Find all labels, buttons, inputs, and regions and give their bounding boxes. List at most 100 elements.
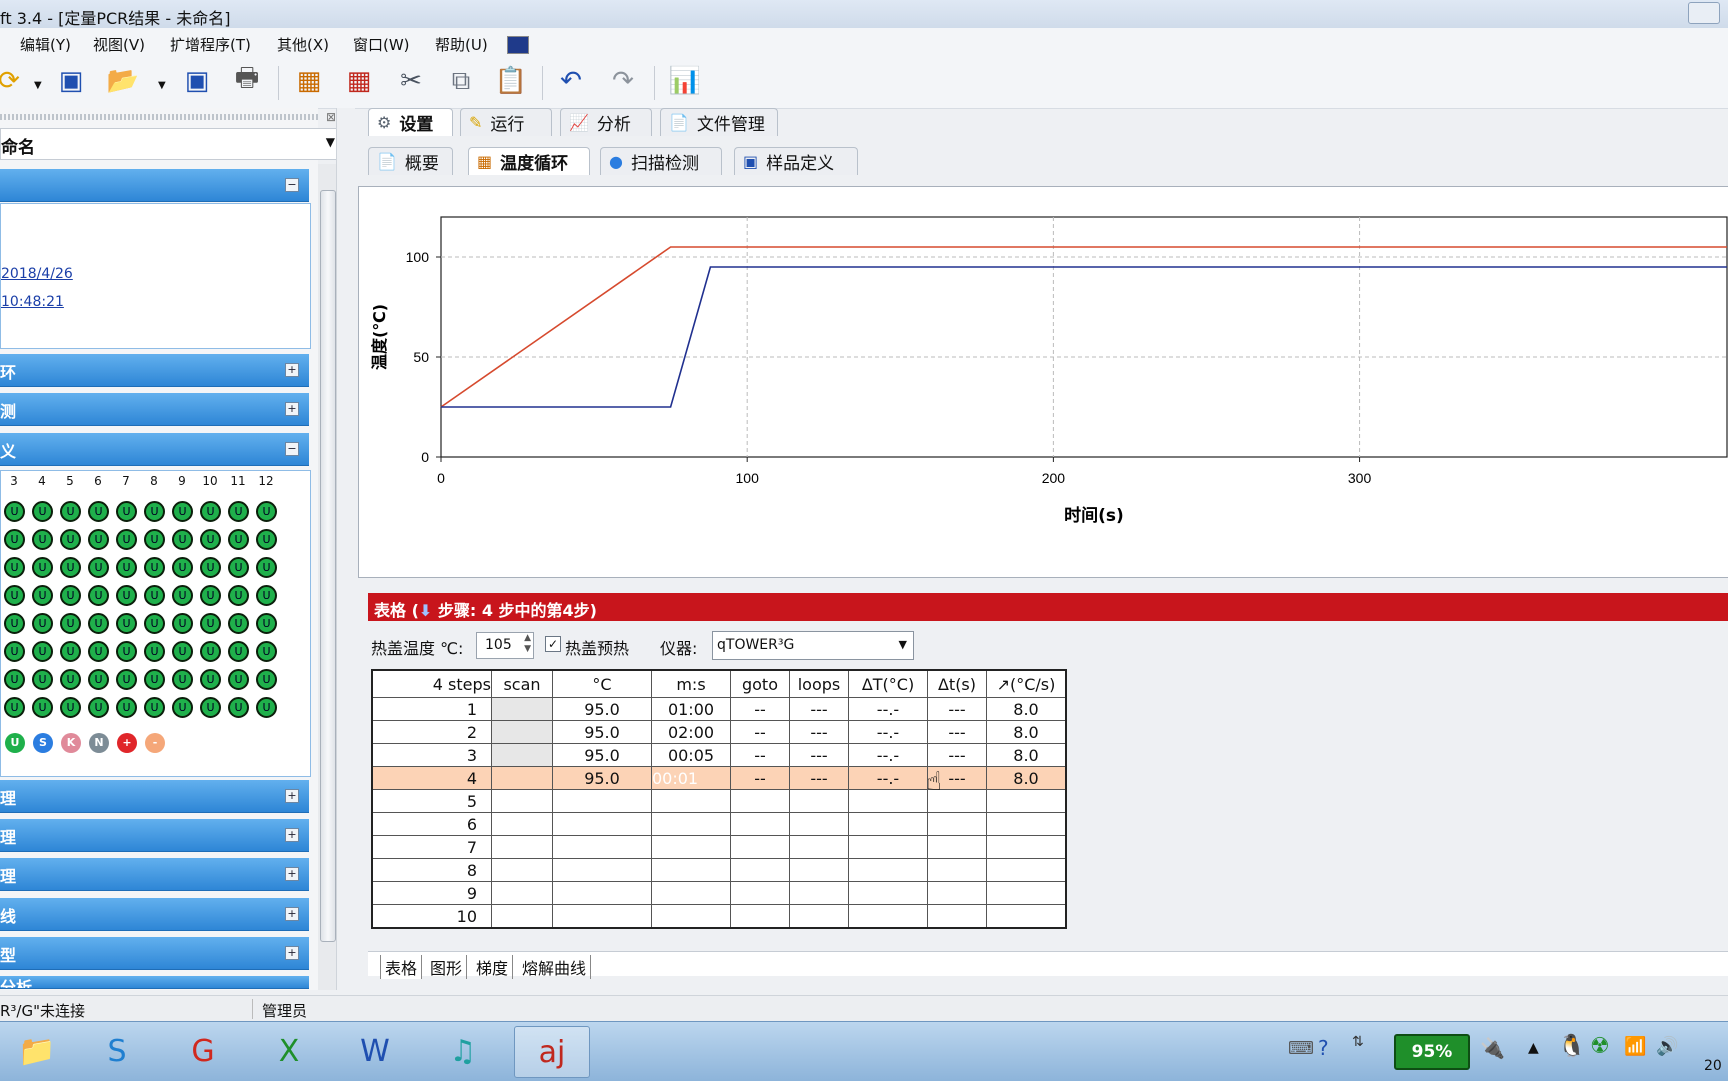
table-cell[interactable]	[491, 904, 553, 929]
table-cell[interactable]	[986, 858, 1067, 882]
collapse-icon[interactable]: −	[285, 178, 299, 192]
plate-well[interactable]: U	[200, 585, 221, 606]
table-cell[interactable]	[651, 835, 731, 859]
table-cell[interactable]: 95.0	[552, 697, 652, 721]
plate-well[interactable]: U	[4, 557, 25, 578]
keyboard-icon[interactable]: ⌨	[1288, 1038, 1314, 1059]
table-cell[interactable]: 02:00	[651, 720, 731, 744]
section-header-5[interactable]: 型 +	[0, 937, 309, 970]
plate-well[interactable]: U	[32, 697, 53, 718]
chart-icon[interactable]: 📊	[668, 64, 702, 98]
print-icon[interactable]: 🖶	[230, 63, 264, 98]
plate-well[interactable]: U	[32, 585, 53, 606]
subtab-melt-curve[interactable]: 熔解曲线	[522, 955, 592, 979]
section-header-scan[interactable]: 测 +	[0, 393, 309, 426]
table-row[interactable]: 8	[371, 858, 1067, 882]
tab-sample-definition[interactable]: ▣ 样品定义	[734, 147, 858, 175]
table-cell[interactable]: ---	[927, 720, 987, 744]
tab-temperature-cycle[interactable]: ▦ 温度循环	[468, 147, 590, 175]
plate-well[interactable]: U	[88, 669, 109, 690]
table-cell[interactable]: 8.0	[986, 720, 1067, 744]
plate-well[interactable]: U	[88, 529, 109, 550]
table-cell[interactable]	[730, 812, 790, 836]
subtab-table[interactable]: 表格	[380, 955, 423, 979]
plate-well[interactable]: U	[60, 529, 81, 550]
plate-well[interactable]: U	[32, 669, 53, 690]
table-cell[interactable]	[491, 743, 553, 767]
plate-well[interactable]: U	[116, 501, 137, 522]
plate-well[interactable]: U	[116, 529, 137, 550]
add-row-icon[interactable]: ▦	[292, 64, 326, 98]
scrollbar-thumb[interactable]	[320, 190, 336, 942]
plate-well[interactable]: U	[116, 697, 137, 718]
plate-well[interactable]: U	[172, 697, 193, 718]
plate-well[interactable]: U	[200, 501, 221, 522]
plate-well[interactable]: U	[256, 501, 277, 522]
menu-window[interactable]: 窗口(W)	[353, 34, 410, 55]
network-small-icon[interactable]: ⇅	[1352, 1034, 1364, 1050]
legend-ntc[interactable]: N	[89, 733, 109, 753]
table-cell[interactable]: 00:01	[651, 766, 731, 790]
table-cell[interactable]	[927, 858, 987, 882]
plate-well[interactable]: U	[144, 641, 165, 662]
expand-icon[interactable]: +	[285, 907, 299, 921]
plate-well[interactable]: U	[32, 501, 53, 522]
column-header[interactable]: goto	[730, 669, 790, 698]
plate-well[interactable]: U	[172, 641, 193, 662]
collapse-icon[interactable]: −	[285, 442, 299, 456]
table-cell[interactable]	[552, 812, 652, 836]
table-cell[interactable]	[789, 812, 849, 836]
table-cell[interactable]	[730, 904, 790, 929]
step-number-cell[interactable]: 2	[371, 720, 492, 744]
table-cell[interactable]: 95.0	[552, 743, 652, 767]
subtab-graph[interactable]: 图形	[430, 955, 468, 979]
panel-grip[interactable]	[0, 114, 320, 120]
plate-well[interactable]: U	[228, 529, 249, 550]
copy-icon[interactable]: ⧉	[444, 64, 478, 98]
step-number-cell[interactable]: 5	[371, 789, 492, 813]
redo-icon[interactable]: ↷	[606, 64, 640, 98]
step-number-cell[interactable]: 7	[371, 835, 492, 859]
spinner-arrows-icon[interactable]: ▲ ▼	[524, 633, 531, 655]
tab-setup[interactable]: ⚙ 设置	[368, 108, 453, 136]
tab-file-management[interactable]: 📄 文件管理	[660, 108, 778, 136]
plate-well[interactable]: U	[4, 501, 25, 522]
save-as-icon[interactable]: ▣	[180, 64, 214, 98]
plate-well[interactable]: U	[60, 613, 81, 634]
plate-well[interactable]: U	[172, 529, 193, 550]
table-row[interactable]: 9	[371, 881, 1067, 905]
plate-well[interactable]: U	[116, 669, 137, 690]
plate-well[interactable]: U	[228, 669, 249, 690]
plate-well[interactable]: U	[256, 557, 277, 578]
volume-icon[interactable]: 🔊	[1656, 1036, 1678, 1057]
panel-splitter[interactable]	[336, 108, 355, 990]
table-cell[interactable]	[491, 697, 553, 721]
foxit-icon[interactable]: G	[166, 1026, 240, 1076]
plate-well[interactable]: U	[4, 641, 25, 662]
minimize-button[interactable]	[1688, 2, 1720, 24]
plate-well[interactable]: U	[32, 529, 53, 550]
table-cell[interactable]	[491, 766, 553, 790]
plate-well[interactable]: U	[256, 529, 277, 550]
plate-well[interactable]: U	[172, 613, 193, 634]
table-cell[interactable]: 95.0	[552, 720, 652, 744]
signal-icon[interactable]: 📶	[1624, 1036, 1646, 1057]
plate-well[interactable]: U	[32, 557, 53, 578]
plate-well[interactable]: U	[88, 501, 109, 522]
plate-well[interactable]: U	[32, 641, 53, 662]
expand-icon[interactable]: +	[285, 946, 299, 960]
table-cell[interactable]	[651, 858, 731, 882]
battery-indicator[interactable]: 95%	[1394, 1034, 1470, 1070]
plate-well[interactable]: U	[88, 641, 109, 662]
expand-icon[interactable]: +	[285, 789, 299, 803]
table-cell[interactable]	[730, 881, 790, 905]
table-cell[interactable]: 8.0	[986, 743, 1067, 767]
table-cell[interactable]	[986, 835, 1067, 859]
legend-negative[interactable]: -	[145, 733, 165, 753]
cut-icon[interactable]: ✂	[394, 64, 428, 98]
plate-well[interactable]: U	[172, 669, 193, 690]
table-cell[interactable]: 01:00	[651, 697, 731, 721]
plate-well[interactable]: U	[200, 613, 221, 634]
preheat-checkbox[interactable]: ✓	[545, 636, 561, 652]
explorer-icon[interactable]: 📁	[0, 1026, 74, 1076]
